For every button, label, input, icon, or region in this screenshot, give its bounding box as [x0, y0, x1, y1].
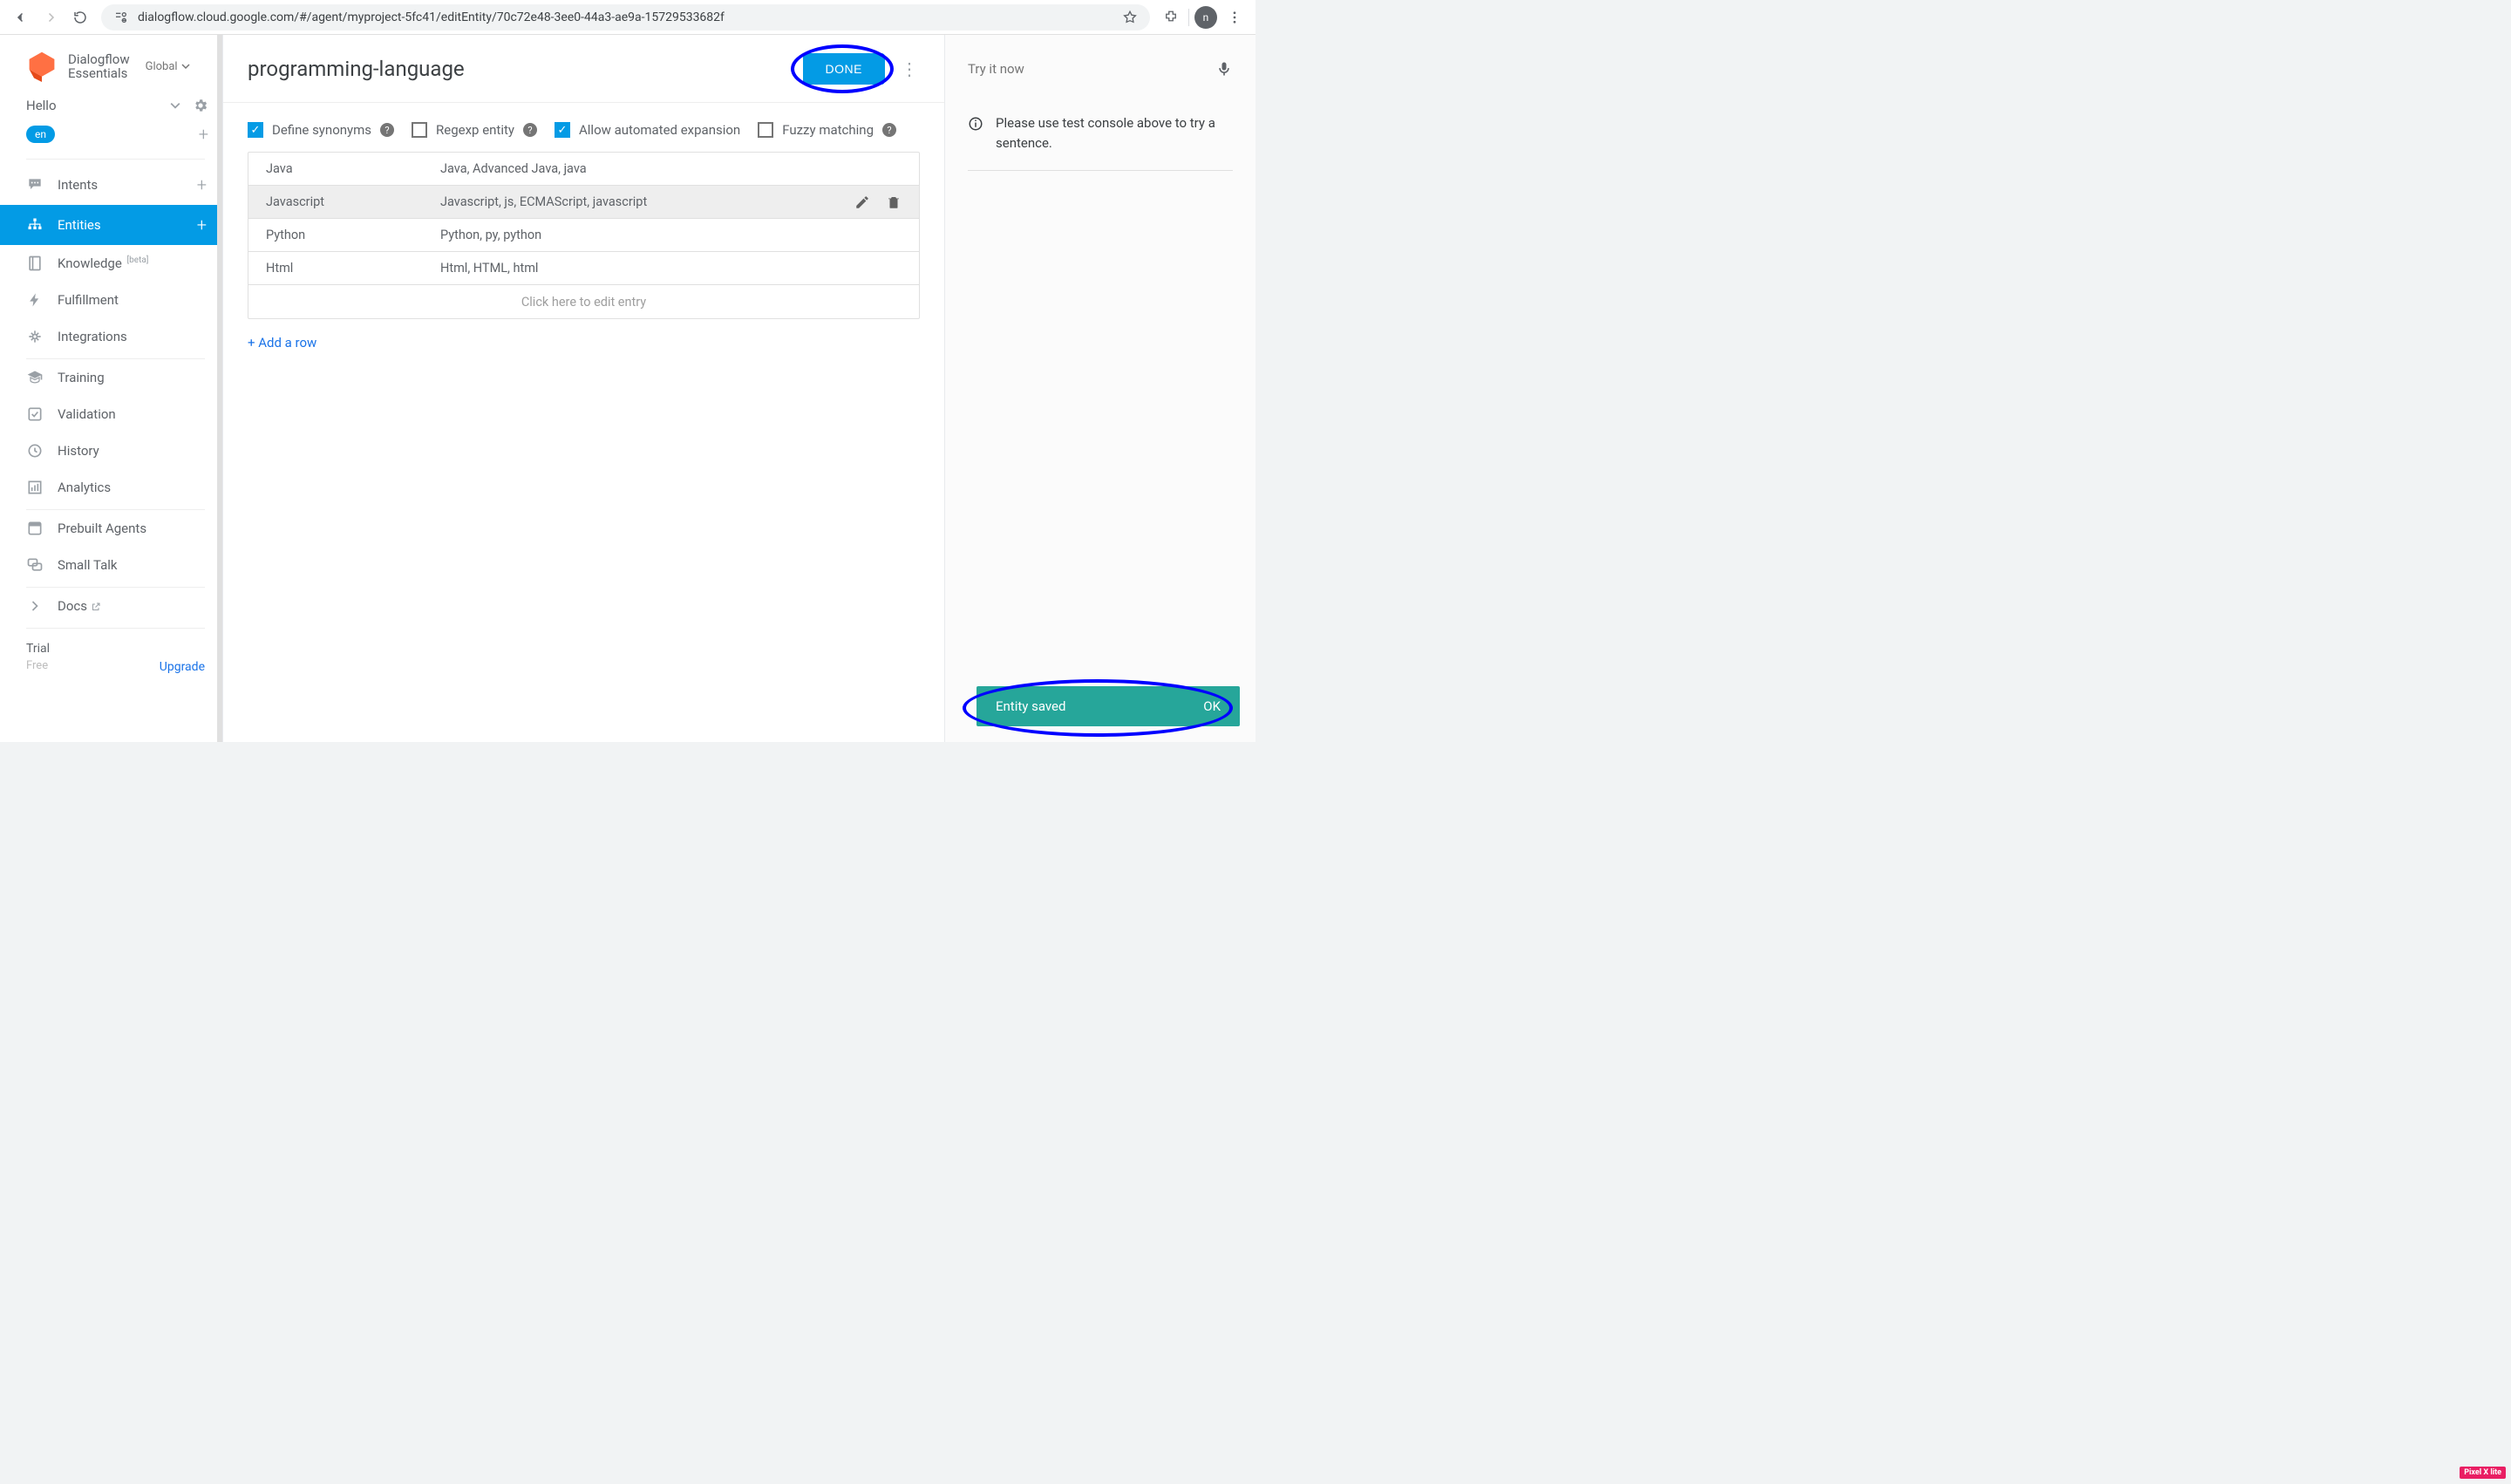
- try-it-now-input[interactable]: Try it now: [968, 61, 1024, 77]
- training-icon: [26, 369, 44, 386]
- toast-ok-button[interactable]: OK: [1203, 698, 1221, 714]
- nav-integrations[interactable]: Integrations: [0, 318, 222, 355]
- more-menu-icon[interactable]: ⋮: [899, 58, 920, 79]
- prebuilt-icon: [26, 520, 44, 537]
- checkbox-auto-expand[interactable]: [555, 122, 570, 138]
- sidebar: Dialogflow Essentials Global Hello: [0, 35, 223, 742]
- microphone-icon[interactable]: [1215, 60, 1233, 78]
- trial-label: Trial: [26, 641, 50, 658]
- sidebar-scrollbar[interactable]: [217, 35, 222, 742]
- watermark-badge: Pixel X lite: [2460, 1467, 2506, 1479]
- nav-small-talk[interactable]: Small Talk: [0, 547, 222, 583]
- help-icon[interactable]: ?: [523, 123, 537, 137]
- help-icon[interactable]: ?: [380, 123, 394, 137]
- checkbox-define-synonyms[interactable]: [248, 122, 263, 138]
- reload-icon[interactable]: [68, 5, 92, 30]
- checkbox-fuzzy[interactable]: [758, 122, 773, 138]
- help-icon[interactable]: ?: [882, 123, 896, 137]
- nav-validation[interactable]: Validation: [0, 396, 222, 432]
- chevron-right-icon: [26, 597, 44, 615]
- bookmark-star-icon[interactable]: [1122, 10, 1138, 25]
- product-name-1: Dialogflow: [68, 52, 130, 67]
- trial-tier: Free: [26, 658, 50, 674]
- analytics-icon: [26, 479, 44, 496]
- delete-icon[interactable]: [886, 194, 902, 210]
- label-define-synonyms: Define synonyms: [272, 122, 371, 138]
- try-hint: Please use test console above to try a s…: [968, 113, 1233, 171]
- table-row[interactable]: Html Html, HTML, html: [248, 252, 919, 285]
- table-row[interactable]: Javascript Javascript, js, ECMAScript, j…: [248, 186, 919, 219]
- language-pill[interactable]: en: [26, 126, 55, 143]
- nav-training[interactable]: Training: [0, 359, 222, 396]
- table-row[interactable]: Python Python, py, python: [248, 219, 919, 252]
- dialogflow-logo-icon: [26, 51, 58, 82]
- entity-title[interactable]: programming-language: [248, 57, 465, 81]
- nav-analytics[interactable]: Analytics: [0, 469, 222, 506]
- site-settings-icon[interactable]: [113, 10, 129, 25]
- add-language-icon[interactable]: +: [199, 124, 208, 145]
- product-name-2: Essentials: [68, 66, 130, 81]
- history-icon: [26, 442, 44, 459]
- extensions-icon[interactable]: [1159, 5, 1183, 30]
- intents-icon: [26, 176, 44, 194]
- product-header: Dialogflow Essentials Global: [0, 35, 222, 89]
- fulfillment-icon: [26, 291, 44, 309]
- upgrade-link[interactable]: Upgrade: [160, 660, 205, 674]
- main-content: programming-language DONE ⋮ Define synon…: [223, 35, 945, 742]
- entity-options: Define synonyms ? Regexp entity ? Allow …: [223, 103, 944, 152]
- try-it-now-panel: Try it now Please use test console above…: [945, 35, 1256, 742]
- add-entity-icon[interactable]: +: [197, 214, 207, 235]
- nav-prebuilt-agents[interactable]: Prebuilt Agents: [0, 510, 222, 547]
- checkbox-regexp[interactable]: [412, 122, 427, 138]
- toast-entity-saved: Entity saved OK: [976, 686, 1240, 726]
- region-selector[interactable]: Global: [146, 60, 190, 73]
- table-row[interactable]: Java Java, Advanced Java, java: [248, 153, 919, 186]
- nav-knowledge[interactable]: Knowledge [beta]: [0, 245, 222, 282]
- label-regexp: Regexp entity: [436, 122, 514, 138]
- profile-avatar[interactable]: n: [1194, 6, 1217, 29]
- entity-table: Java Java, Advanced Java, java Javascrip…: [248, 152, 920, 319]
- nav-entities[interactable]: Entities +: [0, 205, 222, 245]
- label-fuzzy: Fuzzy matching: [782, 122, 874, 138]
- agent-settings-gear-icon[interactable]: [193, 98, 208, 113]
- chrome-menu-icon[interactable]: [1222, 5, 1247, 30]
- nav-fulfillment[interactable]: Fulfillment: [0, 282, 222, 318]
- smalltalk-icon: [26, 556, 44, 574]
- edit-icon[interactable]: [854, 194, 870, 210]
- url-text: dialogflow.cloud.google.com/#/agent/mypr…: [138, 10, 725, 24]
- label-auto-expand: Allow automated expansion: [579, 122, 740, 138]
- entities-icon: [26, 216, 44, 234]
- add-intent-icon[interactable]: +: [197, 174, 207, 195]
- knowledge-icon: [26, 255, 44, 272]
- info-icon: [968, 116, 983, 132]
- toast-message: Entity saved: [996, 698, 1065, 714]
- add-row-link[interactable]: + Add a row: [223, 319, 944, 366]
- trial-section: Trial Free Upgrade: [0, 629, 222, 681]
- agent-name[interactable]: Hello: [26, 98, 57, 113]
- forward-icon[interactable]: [38, 5, 63, 30]
- done-button[interactable]: DONE: [803, 53, 885, 85]
- omnibox[interactable]: dialogflow.cloud.google.com/#/agent/mypr…: [101, 4, 1150, 31]
- agent-dropdown-icon[interactable]: [170, 100, 180, 111]
- table-row-placeholder[interactable]: Click here to edit entry: [248, 285, 919, 318]
- nav-docs[interactable]: Docs: [0, 588, 222, 624]
- nav-intents[interactable]: Intents +: [0, 165, 222, 205]
- back-icon[interactable]: [9, 5, 33, 30]
- browser-toolbar: dialogflow.cloud.google.com/#/agent/mypr…: [0, 0, 1256, 35]
- nav-history[interactable]: History: [0, 432, 222, 469]
- integrations-icon: [26, 328, 44, 345]
- validation-icon: [26, 405, 44, 423]
